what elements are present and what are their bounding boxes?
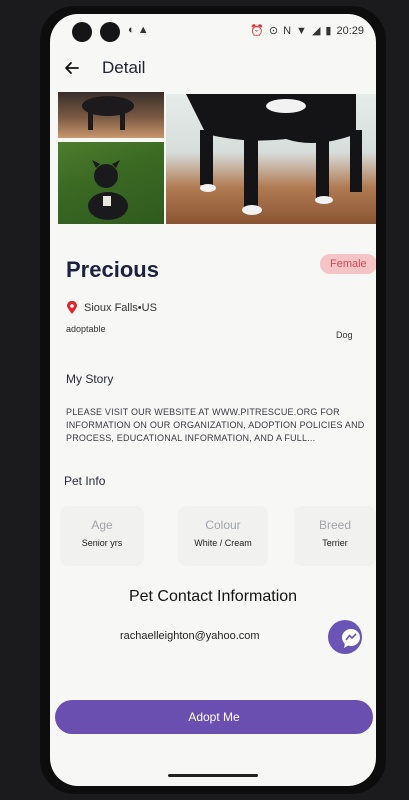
dog-photo-1 [82,96,134,130]
breed-label: Breed [318,518,352,532]
dog-photo-main [186,94,362,215]
pet-photo-2[interactable] [58,142,164,224]
colour-value: White / Cream [194,538,252,548]
phone-frame: ◐ ▲ ⏰ ⊙ N ▼ ◢ ▮ 20:29 Detail Precious Fe… [40,6,386,794]
breed-value: Terrier [322,538,348,548]
story-heading: My Story [66,372,114,386]
age-value: Senior yrs [81,538,123,548]
app-screen: ◐ ▲ ⏰ ⊙ N ▼ ◢ ▮ 20:29 Detail Precious Fe… [50,14,376,786]
notification-icons: ◐ ▲ [128,24,149,36]
contact-heading: Pet Contact Information [128,588,298,605]
wifi-icon: ▼ [296,24,307,37]
story-text: PLEASE VISIT OUR WEBSITE AT WWW.PITRESCU… [66,407,365,443]
sync-icon: ⊙ [268,25,279,37]
dog-photo-2 [88,160,128,220]
pet-name: Precious [66,257,159,282]
adoption-status: adoptable [66,324,106,334]
pet-location: Sioux Falls•US [84,302,157,314]
home-indicator[interactable] [168,774,258,777]
nfc-icon: N [283,24,292,37]
adopt-me-button[interactable]: Adopt Me [55,700,373,734]
age-card: Age Senior yrs [60,506,144,566]
battery-icon: ▮ [325,25,332,37]
page-title: Detail [102,58,146,77]
contact-email[interactable]: rachaelleighton@yahoo.com [120,630,260,642]
front-camera [72,22,92,42]
status-time: 20:29 [336,24,364,37]
messenger-button[interactable] [328,620,362,654]
pet-type: Dog [336,330,353,340]
pet-photo-1[interactable] [58,92,164,138]
messenger-icon [342,629,360,648]
pet-photo-main[interactable] [166,94,376,224]
back-arrow-icon[interactable] [62,58,82,78]
location-pin-icon [67,301,77,314]
colour-label: Colour [205,518,241,532]
front-camera-2 [100,22,120,42]
signal-icon: ◢ [311,25,321,37]
breed-card: Breed Terrier [294,506,376,566]
gender-badge: Female [320,254,376,274]
colour-card: Colour White / Cream [178,506,268,566]
age-label: Age [91,518,113,532]
status-bar-right: ⏰ ⊙ N ▼ ◢ ▮ 20:29 [250,24,364,38]
pet-info-heading: Pet Info [64,474,106,488]
alarm-icon: ⏰ [250,25,264,37]
